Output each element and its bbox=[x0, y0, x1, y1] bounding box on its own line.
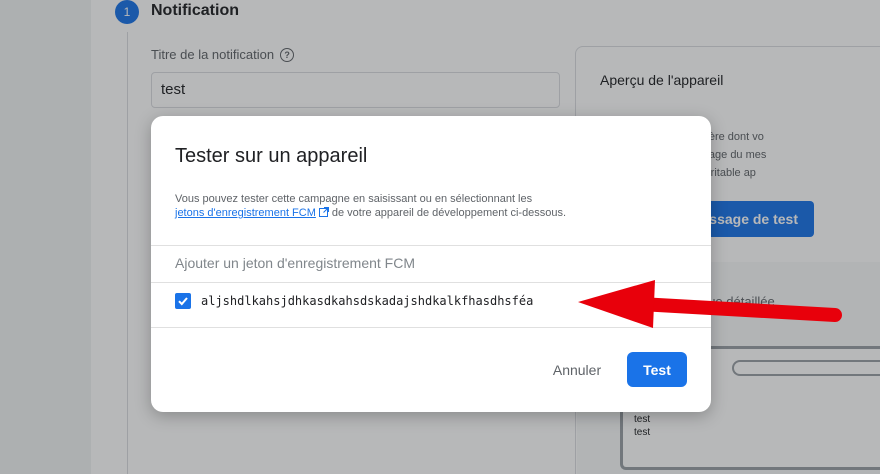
token-value: aljshdlkahsjdhkasdkahsdskadajshdkalkfhas… bbox=[201, 294, 534, 308]
cancel-button[interactable]: Annuler bbox=[543, 353, 611, 387]
token-checkbox[interactable] bbox=[175, 293, 191, 309]
divider bbox=[151, 245, 711, 246]
page: 1 Notification Titre de la notification … bbox=[0, 0, 880, 474]
checkmark-icon bbox=[178, 297, 188, 306]
token-list-item: aljshdlkahsjdhkasdkahsdskadajshdkalkfhas… bbox=[175, 293, 533, 309]
dialog-title: Tester sur un appareil bbox=[175, 145, 368, 167]
add-fcm-token-input[interactable]: Ajouter un jeton d'enregistrement FCM bbox=[175, 255, 415, 271]
dialog-description: Vous pouvez tester cette campagne en sai… bbox=[175, 192, 695, 221]
fcm-tokens-link[interactable]: jetons d'enregistrement FCM bbox=[175, 207, 316, 219]
open-in-new-icon bbox=[318, 207, 329, 221]
test-on-device-dialog: Tester sur un appareil Vous pouvez teste… bbox=[151, 116, 711, 412]
dialog-description-text: Vous pouvez tester cette campagne en sai… bbox=[175, 193, 533, 205]
test-button[interactable]: Test bbox=[627, 352, 687, 387]
divider bbox=[151, 282, 711, 283]
divider bbox=[151, 327, 711, 328]
dialog-description-suffix: de votre appareil de développement ci-de… bbox=[331, 207, 567, 219]
